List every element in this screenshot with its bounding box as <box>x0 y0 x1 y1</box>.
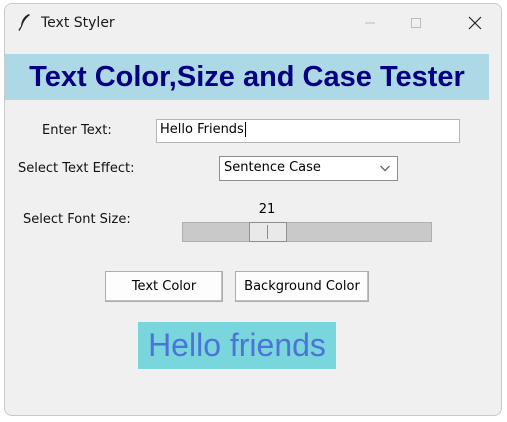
font-size-value: 21 <box>258 202 276 217</box>
maximize-icon <box>411 18 421 28</box>
page-heading: Text Color,Size and Case Tester <box>5 54 489 100</box>
feather-icon <box>18 14 30 31</box>
text-color-button[interactable]: Text Color <box>105 271 223 302</box>
maximize-button[interactable] <box>393 4 439 42</box>
font-size-slider-trough[interactable] <box>182 222 432 242</box>
font-size-slider-handle[interactable] <box>249 222 287 242</box>
close-icon <box>468 16 482 30</box>
text-input[interactable]: Hello Friends <box>156 119 460 143</box>
minimize-button[interactable] <box>347 4 393 42</box>
preview-label: Hello friends <box>138 322 336 369</box>
text-effect-combobox[interactable]: Sentence Case <box>219 156 398 181</box>
app-window: Text Styler Text Color,Size and Case Tes… <box>4 3 502 416</box>
slider-grip <box>267 225 268 239</box>
title-bar: Text Styler <box>5 4 501 42</box>
background-color-button[interactable]: Background Color <box>235 271 369 302</box>
text-effect-label: Select Text Effect: <box>18 161 135 176</box>
window-title: Text Styler <box>41 15 115 31</box>
minimize-icon <box>365 22 375 24</box>
font-size-label: Select Font Size: <box>23 212 131 227</box>
text-effect-selected: Sentence Case <box>224 160 321 175</box>
text-cursor <box>244 122 246 137</box>
text-input-value: Hello Friends <box>160 122 244 137</box>
chevron-down-icon[interactable] <box>379 161 391 175</box>
close-button[interactable] <box>452 4 498 42</box>
enter-text-label: Enter Text: <box>42 123 112 138</box>
